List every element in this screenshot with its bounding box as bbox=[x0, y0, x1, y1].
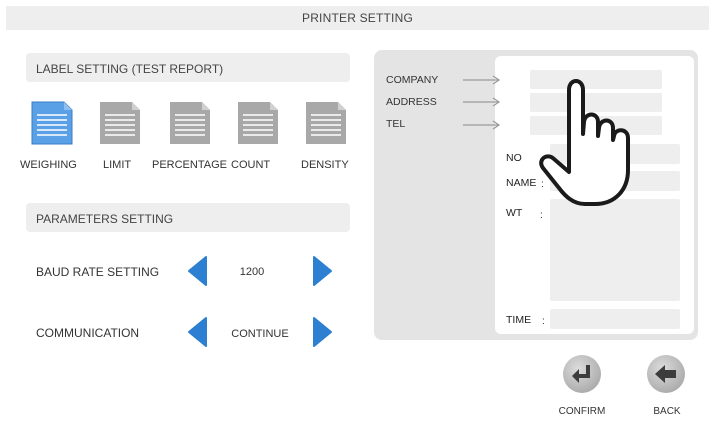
confirm-label[interactable]: CONFIRM bbox=[552, 406, 612, 417]
label-density-text[interactable]: DENSITY bbox=[301, 159, 349, 171]
preview-wt-field bbox=[550, 199, 680, 301]
preview-time-field bbox=[550, 309, 680, 329]
preview-company-label: COMPANY bbox=[386, 74, 439, 86]
back-button[interactable] bbox=[646, 354, 686, 394]
baud-rate-next-button[interactable] bbox=[312, 255, 334, 287]
label-count-icon[interactable] bbox=[234, 98, 282, 148]
communication-next-button[interactable] bbox=[312, 316, 334, 348]
label-density-icon[interactable] bbox=[302, 98, 350, 148]
preview-time-label: TIME bbox=[506, 314, 532, 326]
baud-rate-prev-button[interactable] bbox=[186, 255, 208, 287]
label-percentage-text[interactable]: PERCENTAGE bbox=[152, 159, 227, 171]
label-limit-icon[interactable] bbox=[96, 98, 144, 148]
preview-time-colon: : bbox=[542, 316, 545, 327]
communication-label: COMMUNICATION bbox=[36, 326, 140, 340]
label-limit-text[interactable]: LIMIT bbox=[103, 159, 131, 171]
preview-no-label: NO bbox=[506, 152, 522, 164]
preview-name-label: NAME bbox=[506, 177, 537, 189]
communication-value: CONTINUE bbox=[231, 328, 289, 340]
parameters-setting-title: PARAMETERS SETTING bbox=[36, 212, 174, 226]
page-title: PRINTER SETTING bbox=[301, 11, 413, 25]
tel-arrow-icon bbox=[463, 120, 501, 130]
back-label[interactable]: BACK bbox=[642, 406, 692, 417]
baud-rate-value: 1200 bbox=[239, 266, 265, 278]
preview-wt-label: WT bbox=[506, 207, 523, 219]
label-setting-header: LABEL SETTING (TEST REPORT) bbox=[26, 53, 350, 82]
label-weighing-text[interactable]: WEIGHING bbox=[20, 159, 77, 171]
preview-address-label: ADDRESS bbox=[386, 96, 437, 108]
address-arrow-icon bbox=[463, 97, 501, 107]
company-arrow-icon bbox=[463, 75, 501, 85]
baud-rate-label: BAUD RATE SETTING bbox=[36, 265, 160, 279]
communication-prev-button[interactable] bbox=[186, 316, 208, 348]
label-count-text[interactable]: COUNT bbox=[231, 159, 270, 171]
label-percentage-icon[interactable] bbox=[166, 98, 214, 148]
confirm-button[interactable] bbox=[562, 354, 602, 394]
title-bar: PRINTER SETTING bbox=[6, 6, 709, 30]
pointing-hand-icon bbox=[539, 79, 630, 206]
label-setting-title: LABEL SETTING (TEST REPORT) bbox=[36, 62, 224, 76]
parameters-setting-header: PARAMETERS SETTING bbox=[26, 203, 350, 232]
label-weighing-icon[interactable] bbox=[28, 98, 76, 148]
preview-tel-label: TEL bbox=[386, 118, 406, 130]
